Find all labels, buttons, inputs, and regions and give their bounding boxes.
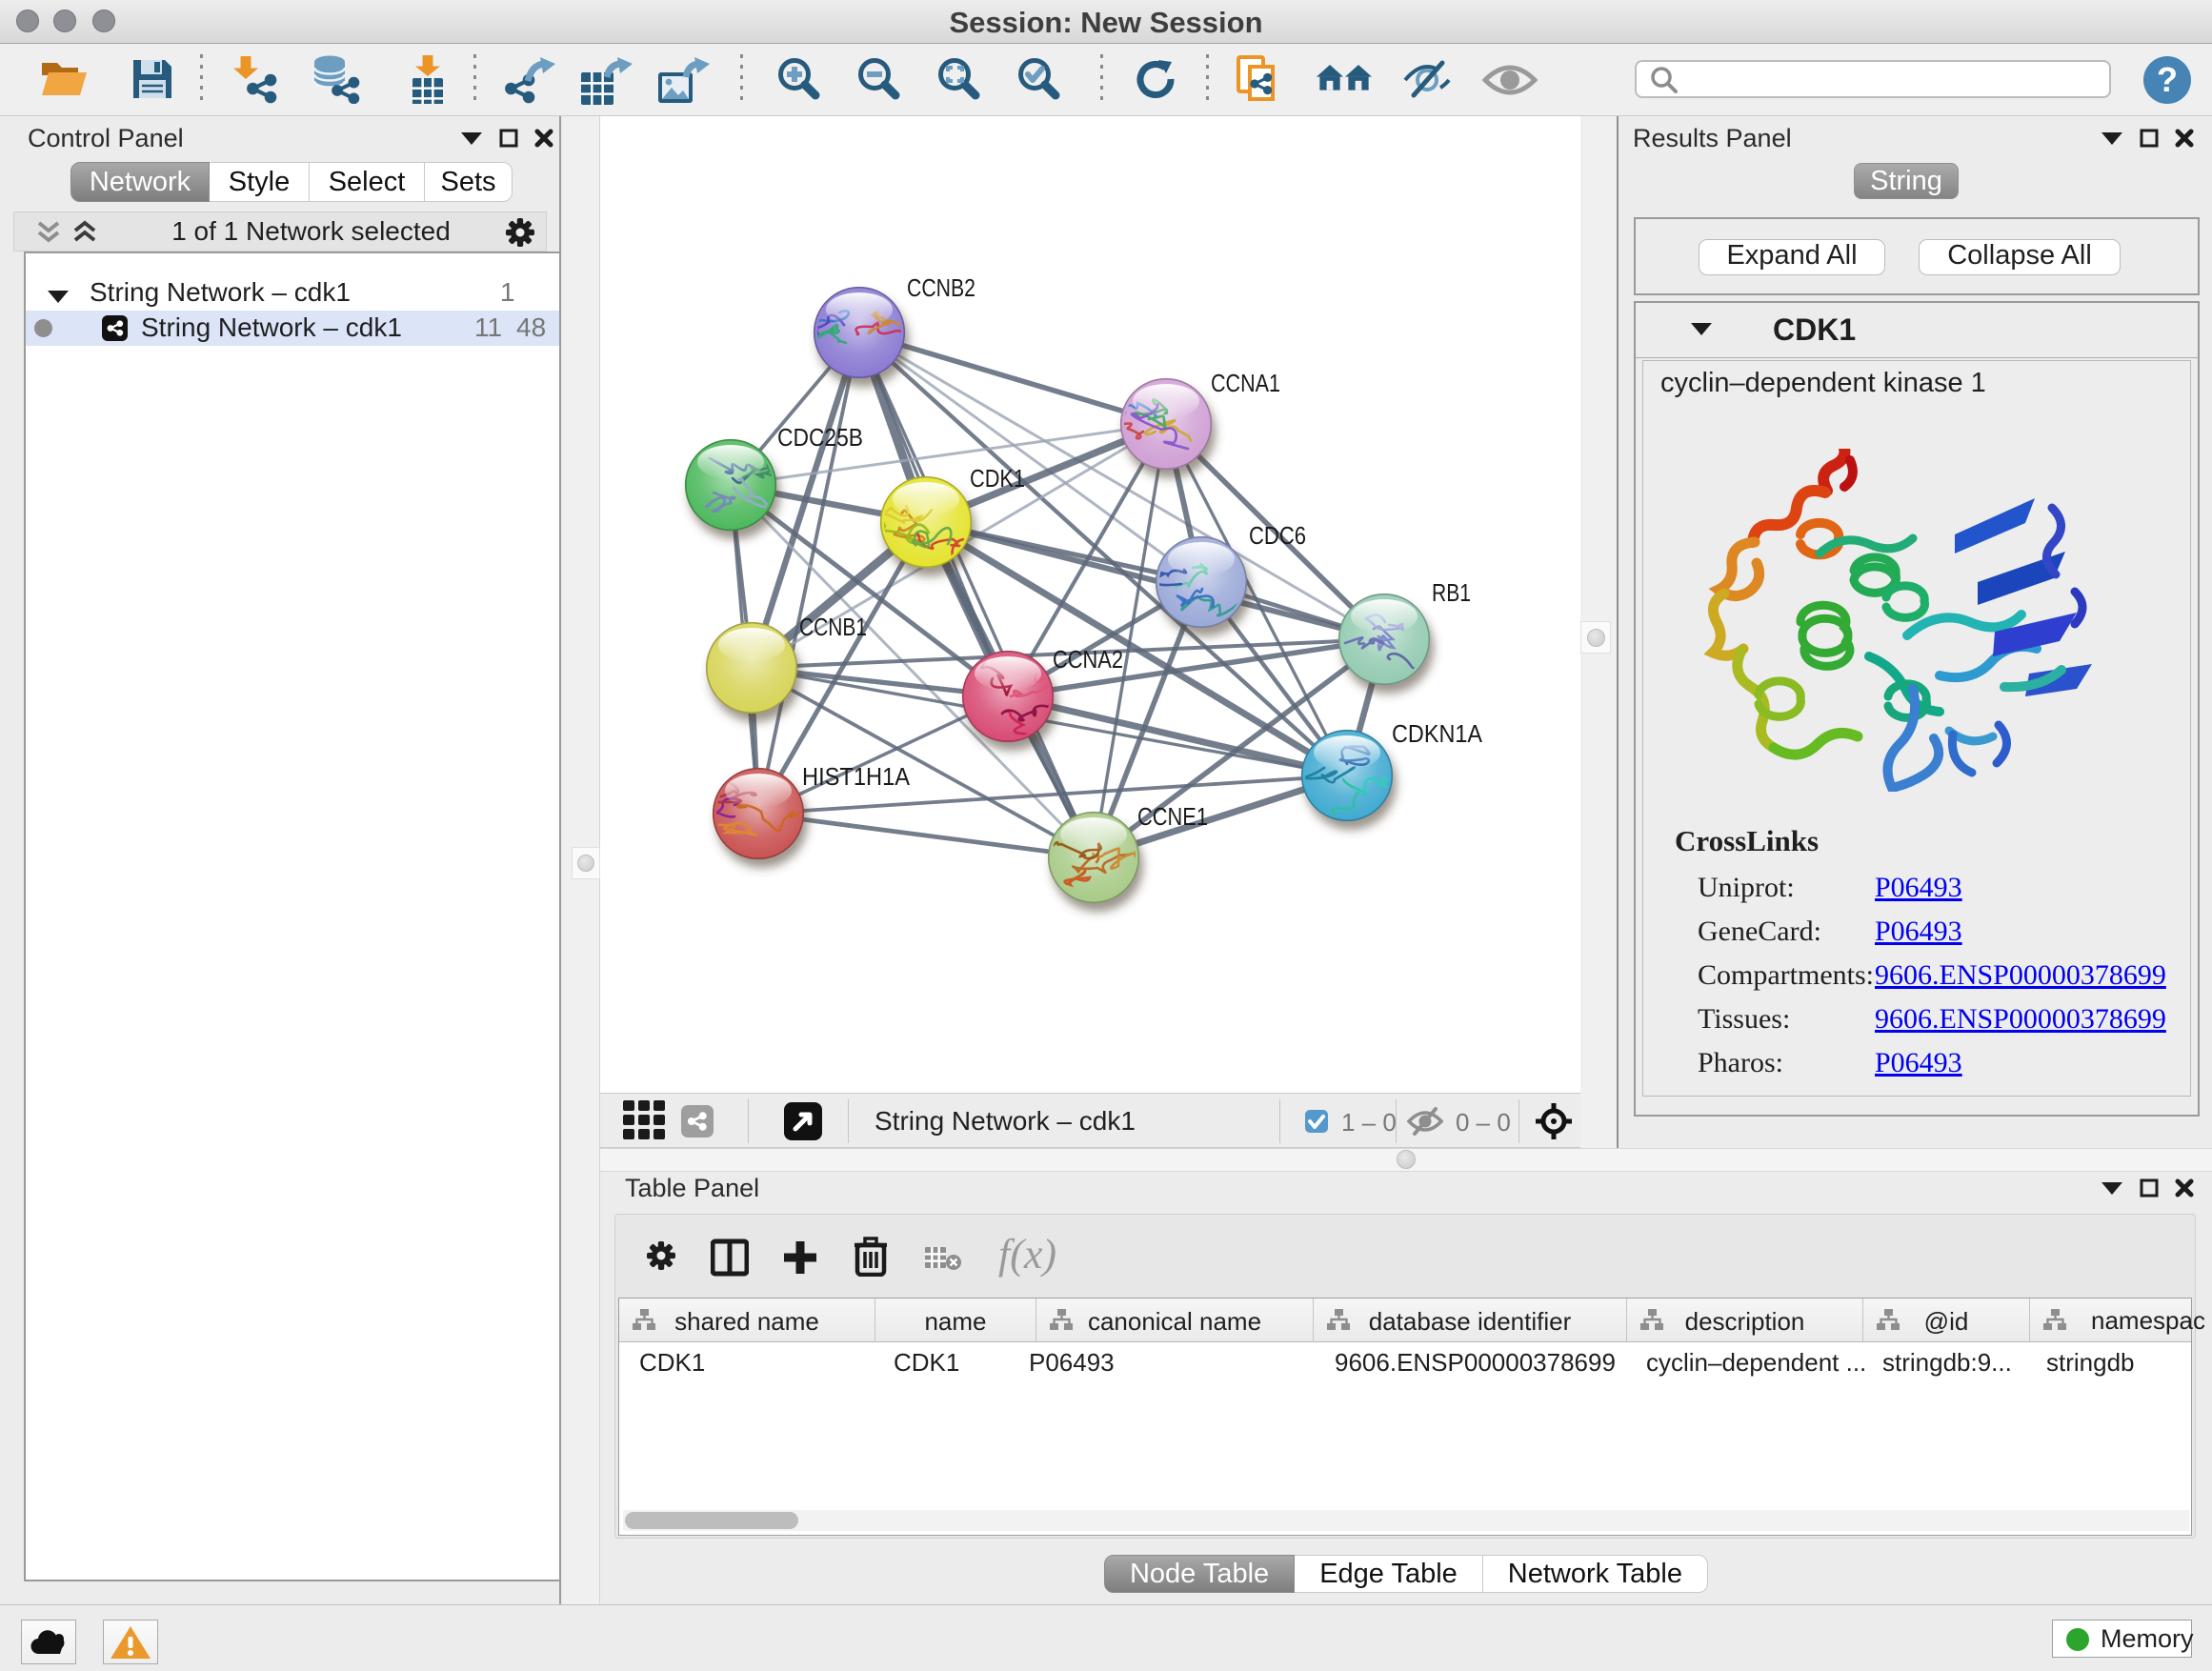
svg-text:CDK1: CDK1 [970, 464, 1025, 493]
svg-text:RB1: RB1 [1432, 578, 1471, 607]
svg-text:CCNB1: CCNB1 [799, 613, 867, 641]
svg-text:CDC25B: CDC25B [777, 423, 863, 452]
svg-text:HIST1H1A: HIST1H1A [802, 762, 911, 791]
svg-text:CCNA1: CCNA1 [1211, 369, 1280, 397]
svg-text:CCNE1: CCNE1 [1137, 802, 1208, 831]
svg-text:CCNA2: CCNA2 [1053, 645, 1123, 674]
svg-text:CDKN1A: CDKN1A [1392, 719, 1483, 748]
svg-text:CDC6: CDC6 [1249, 521, 1306, 550]
svg-text:CCNB2: CCNB2 [907, 273, 975, 302]
